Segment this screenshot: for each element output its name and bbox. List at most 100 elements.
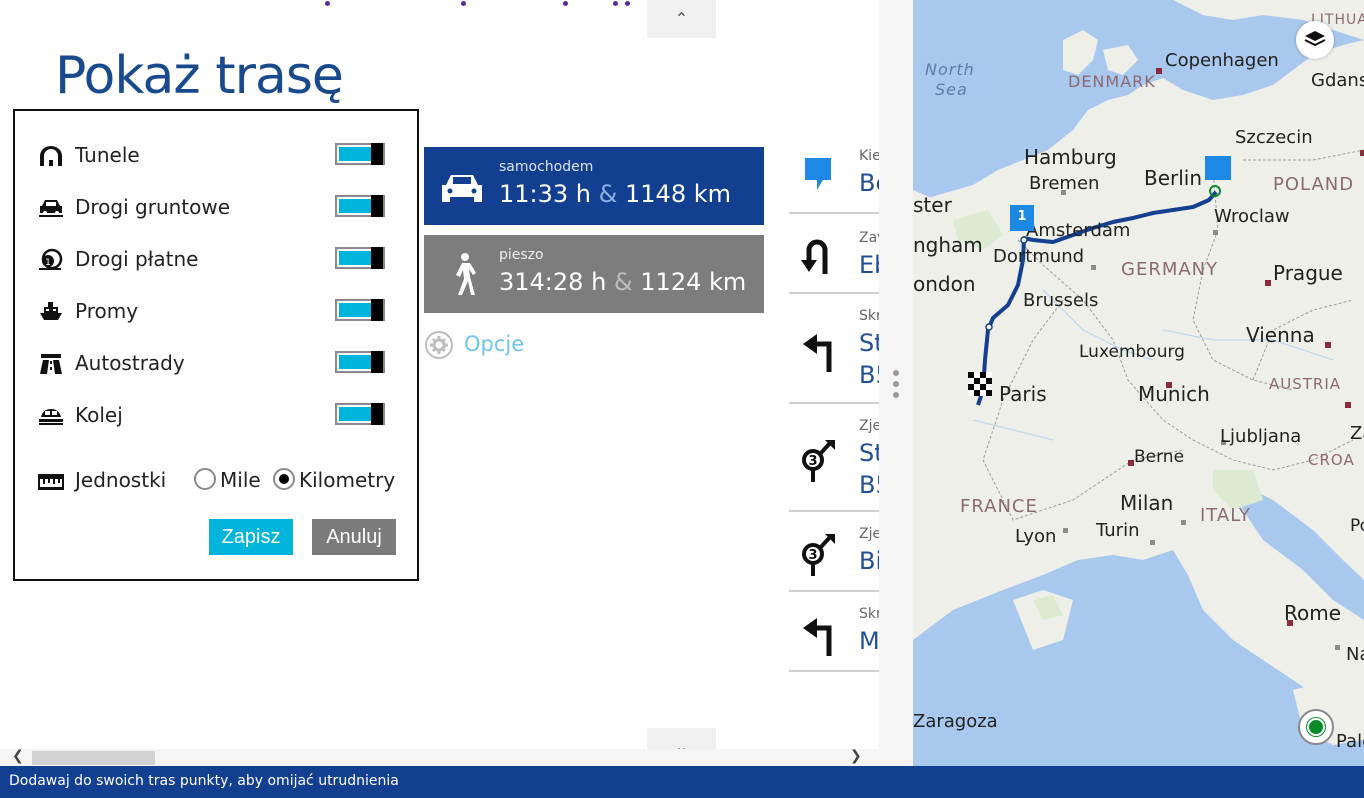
- tunnels-toggle[interactable]: [335, 143, 385, 165]
- route-distance: 1124 km: [640, 268, 747, 296]
- direction-street: Eb: [859, 251, 879, 279]
- direction-instruction: Zje: [859, 526, 879, 542]
- map-label-gdansk: Gdansk: [1311, 70, 1364, 91]
- map-label-brussels: Brussels: [1023, 290, 1099, 311]
- map-label-zagreb: Za: [1350, 423, 1364, 444]
- start-pin-icon[interactable]: [1205, 156, 1231, 180]
- units-row: Jednostki Mile Kilometry: [37, 463, 407, 497]
- map-label-france: FRANCE: [960, 496, 1038, 517]
- map-label-palermo: Pale: [1336, 731, 1364, 752]
- option-dirt-roads[interactable]: Drogi gruntowe: [37, 193, 397, 223]
- map-label-north-sea: North: [925, 60, 975, 79]
- route-time: 314:28 h: [499, 268, 607, 296]
- svg-text:3: 3: [808, 454, 817, 469]
- option-label: Drogi gruntowe: [75, 195, 231, 219]
- direction-street: M: [859, 627, 879, 655]
- start-flag-icon: [805, 158, 831, 190]
- map-label-germany: GERMANY: [1121, 259, 1219, 280]
- rail-toggle[interactable]: [335, 403, 385, 425]
- direction-instruction: Zav: [859, 230, 879, 246]
- direction-item[interactable]: Skr M: [789, 592, 879, 672]
- route-mode: samochodem: [499, 159, 594, 175]
- pane-resize-grip-icon[interactable]: [893, 370, 899, 400]
- direction-instruction: Kie: [859, 148, 879, 164]
- direction-instruction: Skr: [859, 606, 879, 622]
- direction-street-2: B5: [859, 361, 879, 389]
- direction-item[interactable]: Skr St B5: [789, 294, 879, 404]
- option-label: Drogi płatne: [75, 247, 199, 271]
- kilometers-radio[interactable]: [273, 468, 295, 490]
- option-label: Tunele: [75, 143, 140, 167]
- location-icon: [1307, 718, 1325, 736]
- option-rail[interactable]: Kolej: [37, 401, 397, 431]
- direction-instruction: Zje: [859, 418, 879, 434]
- option-label: Kolej: [75, 403, 123, 427]
- dirt-roads-toggle[interactable]: [335, 195, 385, 217]
- route-amp: &: [598, 180, 618, 208]
- turn-left-icon: [803, 334, 832, 372]
- route-tile-walk[interactable]: pieszo 314:28 h & 1124 km: [424, 235, 764, 313]
- option-motorways[interactable]: Autostrady: [37, 349, 397, 379]
- map-label-amsterdam: Amsterdam: [1026, 220, 1131, 241]
- direction-street: St: [859, 329, 879, 357]
- direction-street: Be: [859, 169, 879, 197]
- map-label-ljubljana: Ljubljana: [1220, 426, 1302, 447]
- map-label-birmingham: ngham: [913, 233, 983, 257]
- map-label-zaragoza: Zaragoza: [913, 711, 998, 732]
- scroll-right-icon[interactable]: ❯: [850, 748, 862, 764]
- svg-text:1: 1: [45, 258, 51, 268]
- motorways-toggle[interactable]: [335, 351, 385, 373]
- option-label: Autostrady: [75, 351, 185, 375]
- route-stats: 314:28 h & 1124 km: [499, 268, 746, 296]
- rail-icon: [39, 409, 63, 425]
- direction-item[interactable]: Zav Eb: [789, 214, 879, 294]
- map-label-wroclaw: Wroclaw: [1214, 206, 1290, 227]
- option-toll-roads[interactable]: 1 Drogi płatne: [37, 245, 397, 275]
- map-label-rome: Rome: [1284, 601, 1342, 625]
- map-label-prague: Prague: [1273, 261, 1343, 285]
- direction-street-2: B5: [859, 471, 879, 499]
- my-location-button[interactable]: [1298, 709, 1334, 745]
- direction-instruction: Skr: [859, 308, 879, 324]
- walk-icon: [456, 253, 476, 295]
- status-text: Dodawaj do swoich tras punkty, aby omija…: [9, 773, 399, 789]
- save-button[interactable]: Zapisz: [209, 519, 293, 555]
- miles-label[interactable]: Mile: [220, 468, 261, 492]
- cancel-button[interactable]: Anuluj: [312, 519, 396, 555]
- toll-roads-toggle[interactable]: [335, 247, 385, 269]
- map-label-lyon: Lyon: [1015, 526, 1057, 547]
- waypoint-marker[interactable]: 1: [1010, 205, 1034, 231]
- map-label-paris: Paris: [999, 382, 1047, 406]
- map-layers-button[interactable]: [1296, 21, 1334, 59]
- options-label: Opcje: [464, 332, 525, 356]
- option-ferries[interactable]: Promy: [37, 297, 397, 327]
- map-label-szczecin: Szczecin: [1235, 127, 1313, 148]
- map-label-london: ondon: [913, 272, 976, 296]
- map-label-copenhagen: Copenhagen: [1165, 50, 1279, 71]
- ferries-toggle[interactable]: [335, 299, 385, 321]
- miles-radio[interactable]: [194, 468, 216, 490]
- status-bar: Dodawaj do swoich tras punkty, aby omija…: [0, 766, 1364, 798]
- u-turn-icon: [801, 239, 828, 274]
- scroll-up-button[interactable]: ⌃: [647, 0, 716, 38]
- route-stats: 11:33 h & 1148 km: [499, 180, 731, 208]
- motorway-icon: [40, 354, 62, 374]
- scroll-left-icon[interactable]: ❮: [12, 748, 24, 764]
- direction-item[interactable]: Kie Be: [789, 130, 879, 214]
- map-label-rotterdam: ster: [913, 193, 952, 217]
- route-tile-car[interactable]: samochodem 11:33 h & 1148 km: [424, 147, 764, 225]
- scrollbar-thumb[interactable]: [32, 751, 155, 765]
- kilometers-label[interactable]: Kilometry: [299, 468, 395, 492]
- map-label-berne: Berne: [1134, 447, 1185, 467]
- option-tunnels[interactable]: Tunele: [37, 141, 397, 171]
- route-distance: 1148 km: [625, 180, 731, 208]
- direction-item[interactable]: 3 Zje St B5: [789, 404, 879, 512]
- direction-item[interactable]: 3 Zje Bi: [789, 512, 879, 592]
- toll-road-icon: 1: [39, 248, 63, 270]
- route-time: 11:33 h: [499, 180, 592, 208]
- turn-left-icon: [803, 618, 832, 656]
- gear-icon: [425, 331, 453, 359]
- route-map[interactable]: North Sea DENMARK Copenhagen Gdansk LITH…: [913, 0, 1364, 766]
- map-label-hamburg: Hamburg: [1024, 145, 1117, 169]
- horizontal-scrollbar[interactable]: ❮ ❯: [0, 748, 880, 767]
